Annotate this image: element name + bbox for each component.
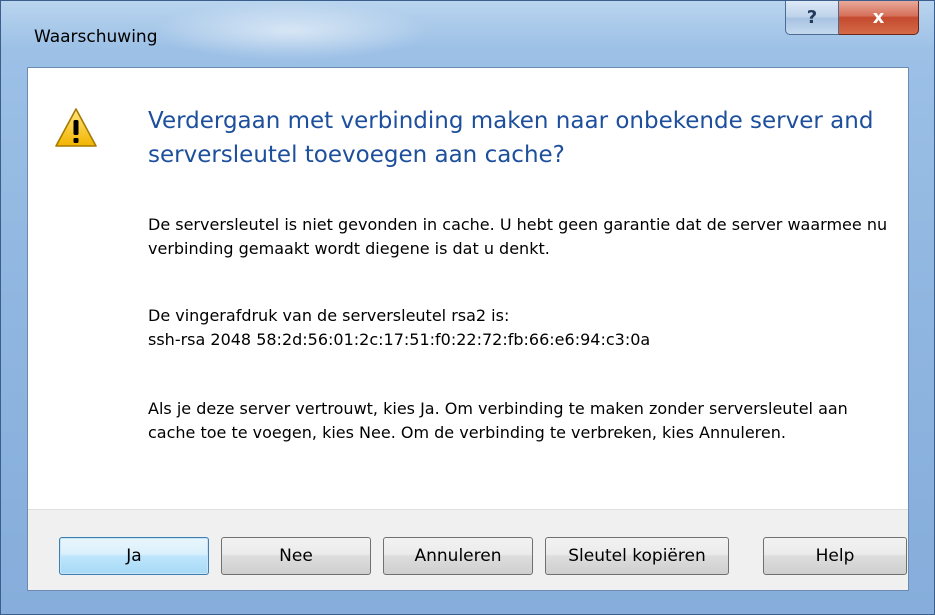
dialog-heading: Verdergaan met verbinding maken naar onb…: [148, 108, 874, 168]
button-bar: Ja Nee Annuleren Sleutel kopiëren Help: [28, 509, 908, 590]
window-title: Waarschuwing: [34, 27, 158, 47]
title-bar-glass: [151, 1, 431, 61]
close-button[interactable]: x: [839, 1, 919, 35]
dialog-content: Verdergaan met verbinding maken naar onb…: [27, 67, 909, 591]
caption-buttons: ? x: [785, 1, 925, 37]
no-button[interactable]: Nee: [221, 537, 371, 575]
dialog-window: Waarschuwing ? x Verdergaan met verbindi…: [0, 0, 935, 615]
fingerprint-label: De vingerafdruk van de serversleutel rsa…: [148, 306, 510, 325]
cancel-button[interactable]: Annuleren: [383, 537, 533, 575]
fingerprint-value: ssh-rsa 2048 58:2d:56:01:2c:17:51:f0:22:…: [148, 330, 651, 349]
cache-warning-text: De serversleutel is niet gevonden in cac…: [148, 215, 888, 258]
close-icon: x: [872, 7, 885, 28]
warning-triangle-icon: [55, 108, 97, 147]
copy-key-button[interactable]: Sleutel kopiëren: [545, 537, 729, 575]
yes-button[interactable]: Ja: [59, 537, 209, 575]
question-mark-icon: ?: [806, 7, 818, 28]
fingerprint-block: De vingerafdruk van de serversleutel rsa…: [148, 304, 888, 352]
help-caption-button[interactable]: ?: [785, 1, 839, 35]
help-button[interactable]: Help: [763, 537, 907, 575]
instructions-text: Als je deze server vertrouwt, kies Ja. O…: [148, 399, 848, 442]
